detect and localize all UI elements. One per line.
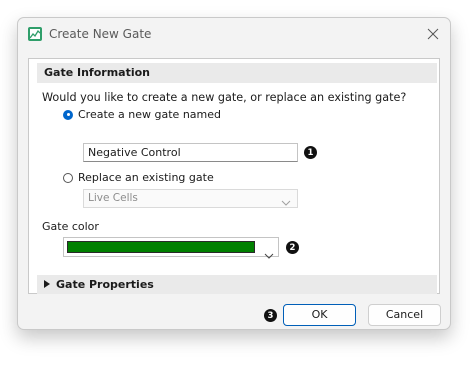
title-bar: Create New Gate xyxy=(18,18,450,51)
gate-name-input[interactable] xyxy=(83,143,298,162)
ok-button[interactable]: OK xyxy=(283,304,356,326)
chevron-down-icon[interactable] xyxy=(264,244,274,263)
marker-3: 3 xyxy=(264,309,277,322)
cancel-button[interactable]: Cancel xyxy=(368,304,441,326)
marker-2: 2 xyxy=(286,241,299,254)
radio-create-new-label: Create a new gate named xyxy=(78,108,221,121)
existing-gate-select: Live Cells xyxy=(83,189,298,208)
radio-replace-existing-label: Replace an existing gate xyxy=(78,171,214,184)
gate-color-label: Gate color xyxy=(42,220,99,233)
existing-gate-value: Live Cells xyxy=(88,192,138,204)
gate-color-picker[interactable] xyxy=(63,237,279,259)
window-title: Create New Gate xyxy=(49,27,152,41)
radio-replace-existing-indicator[interactable] xyxy=(63,172,73,183)
create-gate-dialog: Create New Gate Gate Information Would y… xyxy=(17,17,451,330)
color-swatch xyxy=(67,241,255,253)
radio-create-new-indicator[interactable] xyxy=(63,109,73,120)
gate-information-panel: Gate Information Would you like to creat… xyxy=(28,58,440,294)
close-icon[interactable] xyxy=(424,25,442,43)
section-header-gate-information: Gate Information xyxy=(37,63,437,83)
question-text: Would you like to create a new gate, or … xyxy=(42,91,407,104)
gate-properties-toggle[interactable]: Gate Properties xyxy=(37,275,437,294)
gate-properties-label: Gate Properties xyxy=(56,278,154,291)
radio-replace-existing[interactable]: Replace an existing gate xyxy=(63,171,214,184)
chevron-down-icon xyxy=(281,195,291,212)
radio-create-new[interactable]: Create a new gate named xyxy=(63,108,221,121)
caret-right-icon xyxy=(44,275,50,294)
marker-1: 1 xyxy=(304,146,317,159)
chart-icon xyxy=(27,26,43,42)
